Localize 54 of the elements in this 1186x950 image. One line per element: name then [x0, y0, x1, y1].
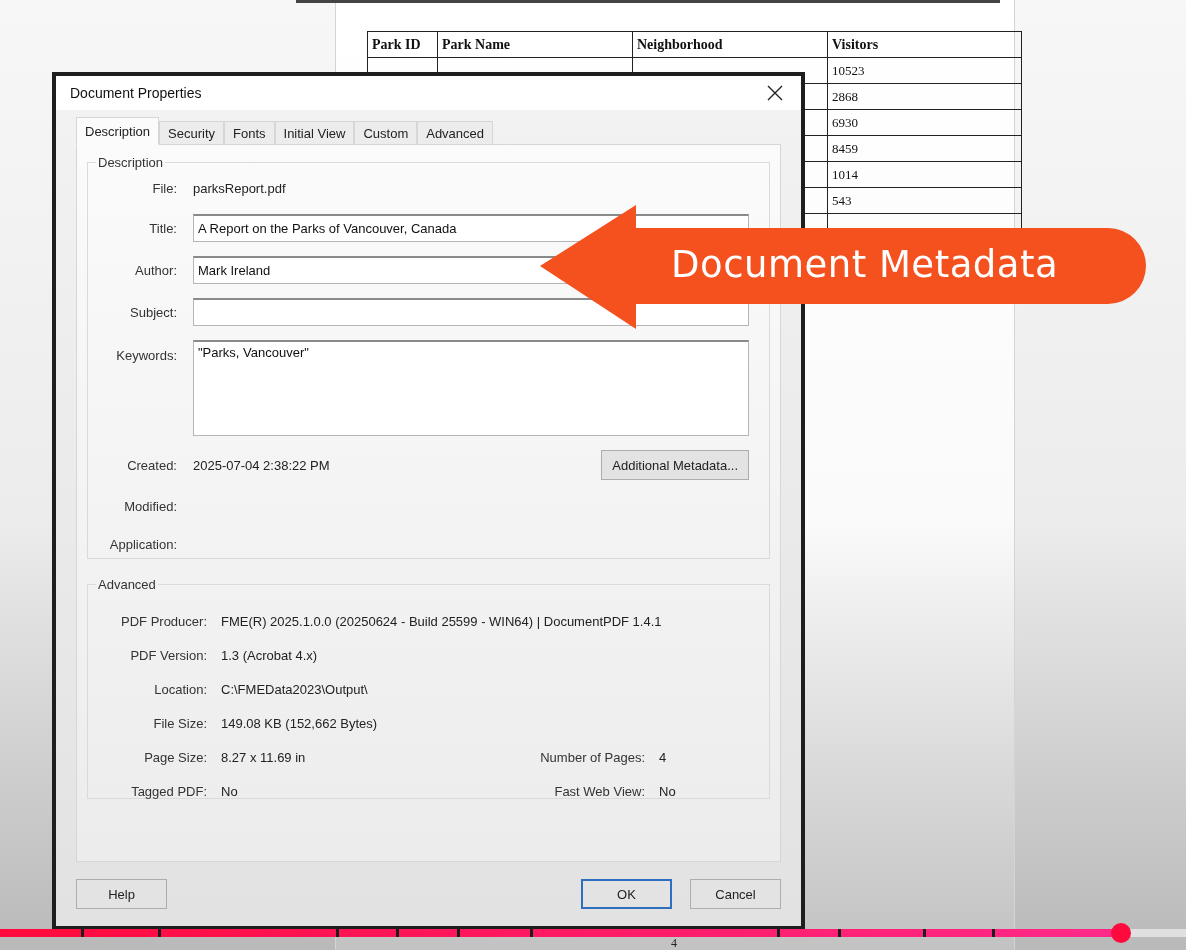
- field-label: Location:: [153, 681, 207, 699]
- field-label: Tagged PDF:: [130, 783, 207, 801]
- tab[interactable]: Initial View: [274, 121, 355, 145]
- field-label: Created:: [126, 457, 177, 473]
- field-label: Application:: [108, 536, 177, 552]
- field-label: PDF Producer:: [120, 613, 207, 631]
- field-value: No: [659, 783, 677, 801]
- group-legend: Description: [96, 155, 166, 170]
- table-cell: 10523: [827, 57, 1022, 84]
- field-label: Fast Web View:: [553, 783, 645, 801]
- field-value: 4: [659, 749, 668, 767]
- field-value: FME(R) 2025.1.0.0 (20250624 - Build 25599 - WIN64) | DocumentPDF 1.4.1: [221, 613, 663, 631]
- table-cell: 2868: [827, 83, 1022, 110]
- dialog-button[interactable]: Help: [76, 879, 167, 909]
- tab[interactable]: Description: [76, 117, 160, 145]
- table-cell: 8459: [827, 135, 1022, 162]
- field-value: 149.08 KB (152,662 Bytes): [221, 715, 379, 733]
- field-value: C:\FMEData2023\Output\: [221, 681, 369, 699]
- table-cell: 1014: [827, 161, 1022, 188]
- column-header: Neighborhood: [632, 31, 828, 58]
- dialog-button[interactable]: OK: [581, 879, 672, 909]
- table-cell: 543: [827, 187, 1022, 214]
- page-number: 4: [671, 936, 677, 950]
- field-label: Page Size:: [143, 749, 207, 767]
- group-legend: Advanced: [96, 577, 158, 592]
- field-label: Author:: [134, 262, 177, 278]
- tab[interactable]: Advanced: [417, 121, 494, 145]
- text-field[interactable]: [193, 298, 749, 326]
- field-value: parksReport.pdf: [193, 180, 287, 196]
- progress-thumb[interactable]: [1110, 923, 1131, 943]
- tab[interactable]: Security: [159, 121, 224, 145]
- field-label: File:: [151, 180, 177, 196]
- tab[interactable]: Custom: [354, 121, 418, 145]
- tab[interactable]: Fonts: [224, 121, 275, 145]
- keywords-field[interactable]: "Parks, Vancouver": [193, 340, 749, 436]
- field-label: PDF Version:: [129, 647, 207, 665]
- column-header: Visitors: [827, 31, 1022, 58]
- window-title: Document Properties: [70, 85, 202, 101]
- close-icon: [767, 85, 783, 101]
- field-label: File Size:: [152, 715, 207, 733]
- column-header: Park ID: [367, 31, 438, 58]
- field-value: 8.27 x 11.69 in: [221, 749, 307, 767]
- field-label: Subject:: [129, 304, 177, 320]
- field-value: No: [221, 783, 239, 801]
- additional-metadata-button[interactable]: Additional Metadata...: [601, 450, 749, 480]
- field-label: Title:: [148, 220, 177, 236]
- dialog-button[interactable]: Cancel: [690, 879, 781, 909]
- field-label: Keywords:: [115, 347, 177, 363]
- field-value: 2025-07-04 2:38:22 PM: [193, 457, 330, 473]
- column-header: Park Name: [437, 31, 633, 58]
- field-value: 1.3 (Acrobat 4.x): [221, 647, 319, 665]
- field-label: Modified:: [123, 498, 177, 514]
- table-cell: 6930: [827, 109, 1022, 136]
- field-label: Number of Pages:: [539, 749, 645, 767]
